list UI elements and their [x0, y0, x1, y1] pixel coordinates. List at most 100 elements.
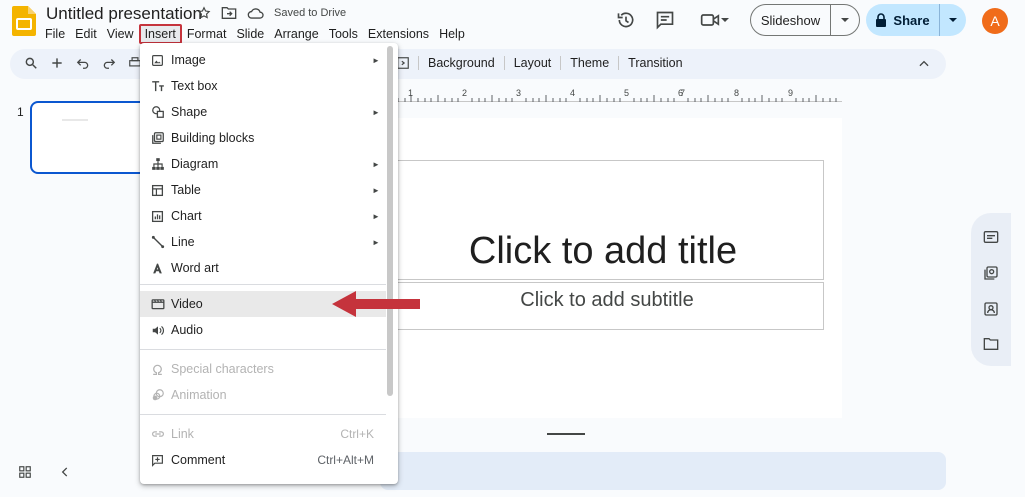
menu-extensions[interactable]: Extensions [363, 25, 434, 43]
speaker-notes[interactable] [380, 452, 946, 490]
keep-icon[interactable] [983, 230, 999, 244]
theme-button[interactable]: Theme [560, 56, 618, 70]
layout-button[interactable]: Layout [503, 56, 561, 70]
comments-icon[interactable] [650, 5, 680, 35]
meet-dropdown-icon[interactable] [720, 15, 730, 25]
meet-icon[interactable] [693, 5, 737, 35]
animation-icon [152, 389, 164, 401]
menu-item-shape[interactable]: Shape ► [140, 99, 386, 125]
menu-item-image[interactable]: Image ► [140, 47, 386, 73]
submenu-arrow-icon: ► [372, 237, 380, 247]
search-icon[interactable] [24, 56, 38, 70]
text-box-icon [151, 80, 164, 91]
diagram-icon [151, 158, 164, 170]
share-dropdown-icon[interactable] [940, 15, 966, 25]
star-icon[interactable] [197, 6, 211, 20]
menu-item-text-box[interactable]: Text box [140, 73, 386, 99]
collapse-toolbar-icon[interactable] [917, 57, 931, 71]
ruler-tick-label: 5 [624, 88, 629, 98]
layout-frame-icon[interactable] [396, 56, 410, 70]
menu-view[interactable]: View [102, 25, 139, 43]
menu-item-table[interactable]: Table ► [140, 177, 386, 203]
menu-tools[interactable]: Tools [324, 25, 363, 43]
submenu-arrow-icon: ► [372, 185, 380, 195]
slides-logo-icon[interactable] [12, 6, 36, 36]
menu-divider [140, 284, 386, 285]
omega-icon [153, 364, 162, 375]
table-icon [151, 184, 164, 196]
menu-divider [140, 414, 386, 415]
transition-button[interactable]: Transition [618, 56, 691, 70]
line-icon [151, 235, 164, 249]
menu-scrollbar[interactable] [387, 46, 393, 396]
menu-item-animation[interactable]: Animation [140, 382, 386, 408]
ruler-tick-label: 1 [408, 88, 413, 98]
menu-edit[interactable]: Edit [70, 25, 102, 43]
submenu-arrow-icon: ► [372, 55, 380, 65]
shortcut-link: Ctrl+K [340, 427, 374, 441]
subtitle-placeholder[interactable]: Click to add subtitle [370, 289, 824, 312]
menu-item-link[interactable]: Link Ctrl+K [140, 421, 386, 447]
slideshow-dropdown-icon[interactable] [831, 15, 859, 25]
link-icon [151, 431, 164, 437]
ruler: 1 2 3 4 5 6 7 8 9 [396, 88, 842, 102]
menu-insert[interactable]: Insert [138, 24, 182, 44]
menu-arrange[interactable]: Arrange [269, 25, 323, 43]
shortcut-comment: Ctrl+Alt+M [317, 453, 374, 467]
new-slide-icon[interactable] [50, 56, 64, 70]
ruler-tick-label: 7 [680, 88, 685, 98]
menu-item-word-art[interactable]: Word art [140, 255, 386, 281]
document-title[interactable]: Untitled presentation [46, 4, 202, 24]
slide-thumbnail[interactable] [30, 101, 155, 174]
slideshow-button[interactable]: Slideshow [750, 4, 860, 36]
menu-item-line[interactable]: Line ► [140, 229, 386, 255]
saved-status: Saved to Drive [274, 7, 347, 19]
menu-item-special-characters[interactable]: Special characters [140, 356, 386, 382]
redo-icon[interactable] [102, 56, 116, 70]
menu-item-diagram[interactable]: Diagram ► [140, 151, 386, 177]
ruler-tick-label: 8 [734, 88, 739, 98]
slide-number: 1 [17, 105, 24, 119]
menu-item-comment[interactable]: Comment Ctrl+Alt+M [140, 447, 386, 473]
chevron-left-icon[interactable] [58, 465, 72, 479]
comment-icon [152, 454, 163, 467]
submenu-arrow-icon: ► [372, 107, 380, 117]
slideshow-label[interactable]: Slideshow [751, 5, 831, 35]
contacts-icon[interactable] [983, 301, 999, 317]
menu-item-chart[interactable]: Chart ► [140, 203, 386, 229]
folder-icon[interactable] [983, 337, 999, 351]
resize-handle[interactable] [547, 433, 585, 435]
share-label: Share [893, 12, 930, 28]
shape-icon [151, 106, 164, 118]
image-icon [152, 54, 163, 66]
tasks-icon[interactable] [983, 265, 999, 281]
menu-slide[interactable]: Slide [231, 25, 269, 43]
ruler-tick-label: 3 [516, 88, 521, 98]
menu-format[interactable]: Format [182, 25, 232, 43]
menu-item-audio[interactable]: Audio [140, 317, 386, 343]
menu-file[interactable]: File [40, 25, 70, 43]
version-history-icon[interactable] [611, 5, 641, 35]
submenu-arrow-icon: ► [372, 159, 380, 169]
ruler-tick-label: 2 [462, 88, 467, 98]
background-button[interactable]: Background [418, 56, 504, 70]
avatar[interactable]: A [982, 8, 1008, 34]
submenu-arrow-icon: ► [372, 211, 380, 221]
audio-icon [152, 325, 164, 335]
undo-icon[interactable] [76, 56, 90, 70]
grid-view-icon[interactable] [18, 465, 32, 479]
ruler-tick-label: 9 [788, 88, 793, 98]
menubar: File Edit View Insert Format Slide Arran… [40, 24, 470, 44]
ruler-tick-label: 4 [570, 88, 575, 98]
cloud-icon[interactable] [247, 7, 264, 20]
menu-divider [140, 349, 386, 350]
chart-icon [151, 210, 164, 222]
move-folder-icon[interactable] [221, 6, 237, 20]
title-placeholder[interactable]: Click to add title [370, 230, 776, 273]
video-icon [151, 299, 164, 310]
menu-item-building-blocks[interactable]: Building blocks [140, 125, 386, 151]
share-button[interactable]: Share [866, 4, 966, 36]
menu-help[interactable]: Help [434, 25, 470, 43]
building-blocks-icon [151, 132, 164, 144]
word-art-icon [153, 263, 162, 273]
